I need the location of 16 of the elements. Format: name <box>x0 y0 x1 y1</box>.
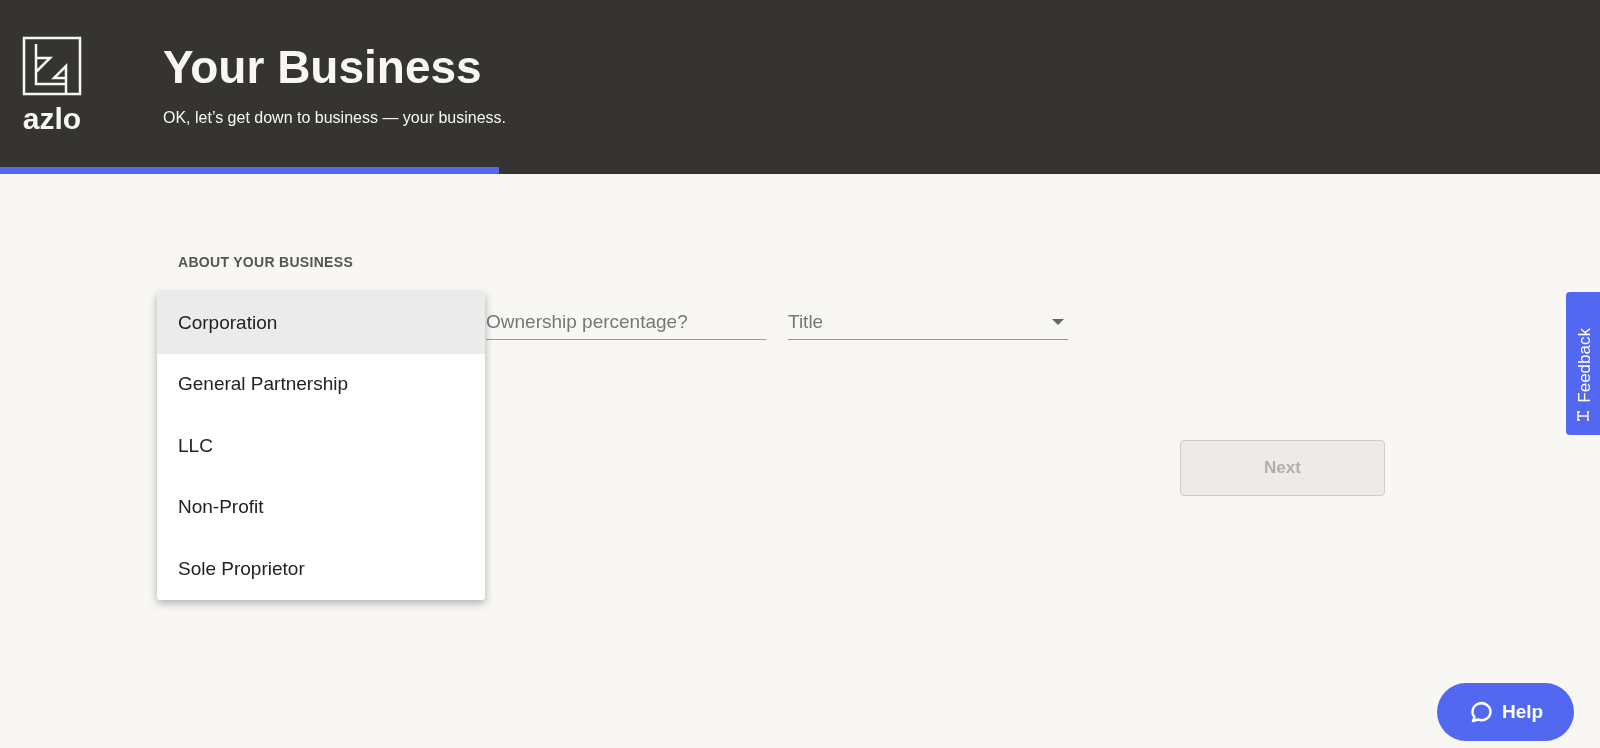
help-button[interactable]: Help <box>1437 683 1574 741</box>
logo-icon <box>22 36 82 96</box>
ownership-field[interactable]: Ownership percentage? <box>486 284 766 340</box>
section-heading: ABOUT YOUR BUSINESS <box>178 254 355 270</box>
menu-item[interactable]: Corporation <box>157 292 485 354</box>
feedback-icon <box>1577 411 1589 421</box>
page-title: Your Business <box>163 42 483 93</box>
page-subtitle: OK, let’s get down to business — your business. <box>163 108 506 127</box>
title-select[interactable]: Title <box>788 284 1068 340</box>
menu-item[interactable]: Non-Profit <box>157 476 485 538</box>
caret-icon <box>1052 319 1064 325</box>
menu-item[interactable]: General Partnership <box>157 353 485 415</box>
menu-item[interactable]: LLC <box>157 415 485 477</box>
feedback-tab[interactable]: Feedback <box>1566 292 1600 435</box>
logo-text: azlo <box>22 104 82 134</box>
menu-item[interactable]: Sole Proprietor <box>157 538 485 600</box>
